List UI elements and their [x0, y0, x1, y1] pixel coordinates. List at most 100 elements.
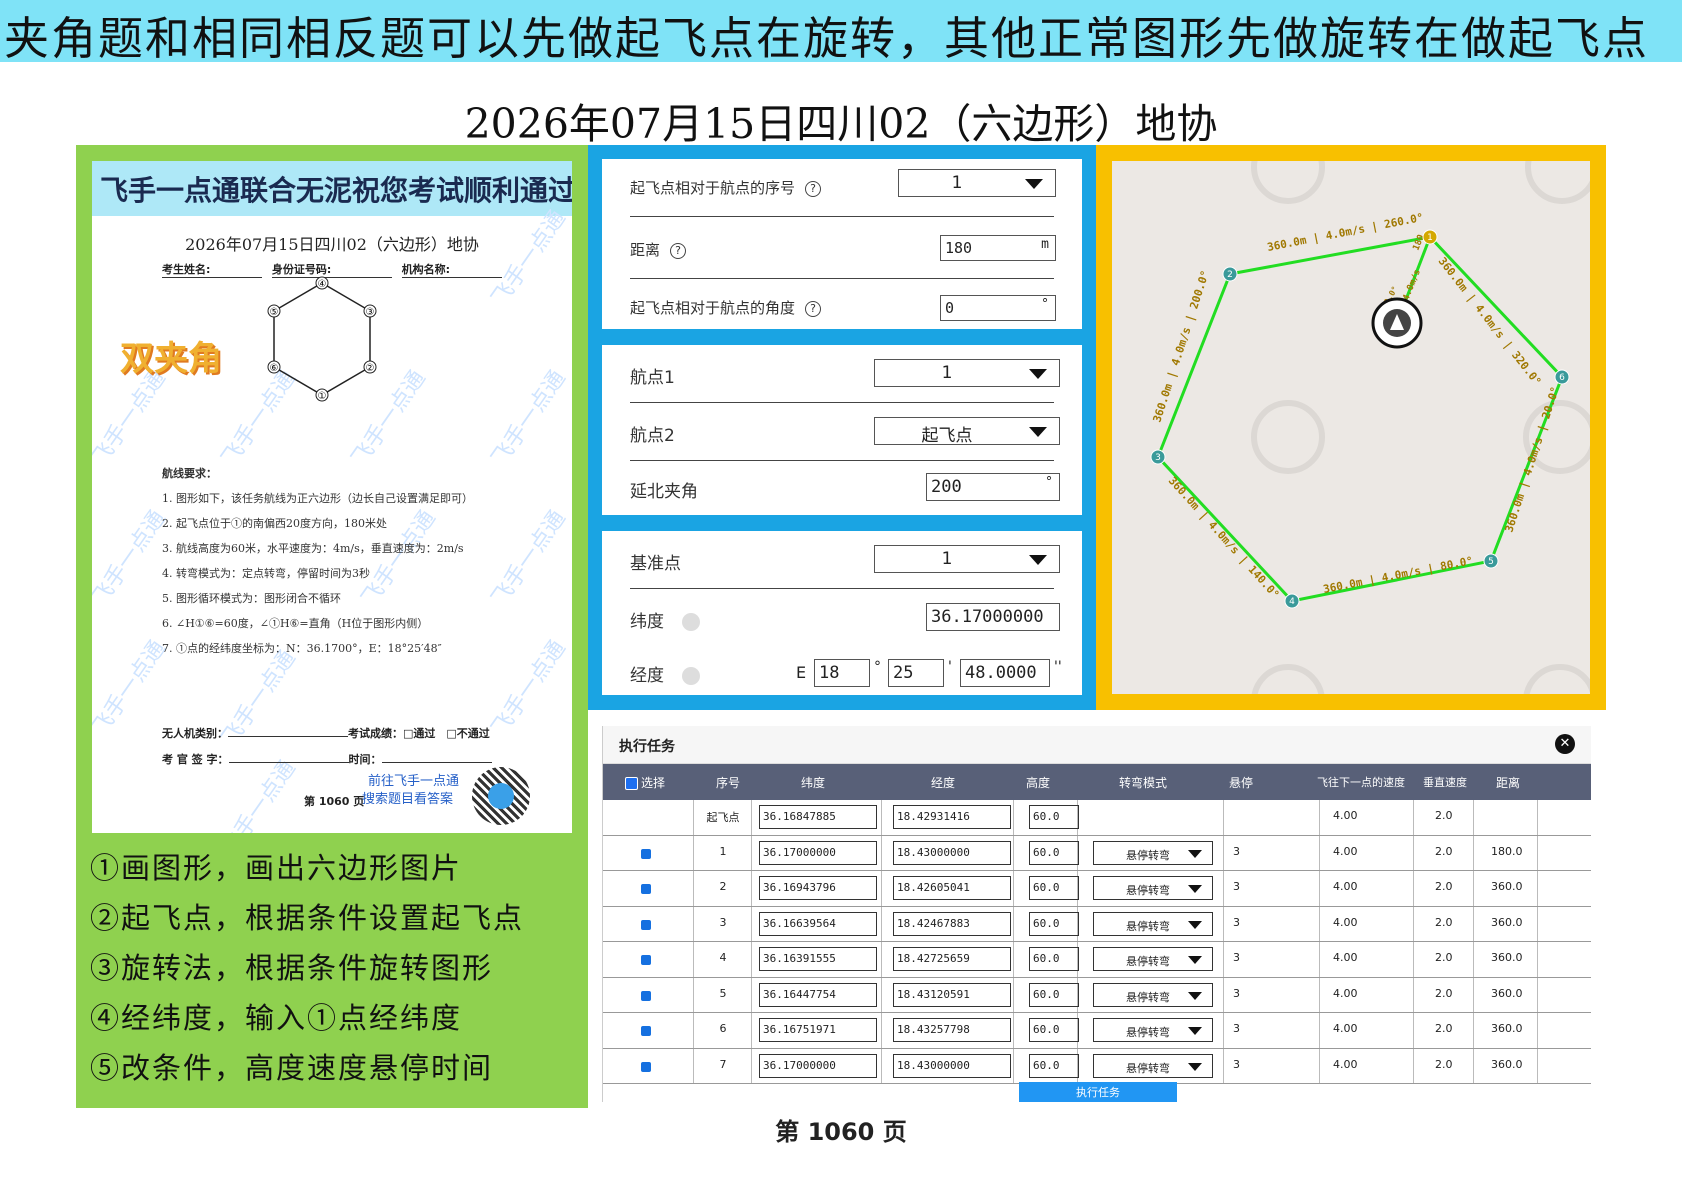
row-checkbox[interactable] — [641, 848, 651, 859]
cell-alt[interactable]: 60.0 — [1029, 911, 1079, 936]
table-row[interactable]: 4 36.16391555 18.42725659 60.0 悬停转弯 3 4.00 2.0 3… — [603, 942, 1591, 978]
cell-lat[interactable]: 36.16391555 — [759, 947, 877, 971]
page-title: 2026年07月15日四川02（六边形）地协 — [464, 100, 1218, 148]
lon-min-input[interactable]: 25 — [888, 659, 944, 687]
table-row[interactable]: 2 36.16943796 18.42605041 60.0 悬停转弯 3 4.00 2.0 3… — [603, 871, 1591, 907]
help-icon[interactable]: ? — [805, 300, 822, 317]
home-label: 4.0m/s — [1402, 268, 1423, 302]
cell-lat[interactable]: 36.16847885 — [759, 805, 877, 829]
turn-mode-select[interactable]: 悬停转弯 — [1093, 982, 1213, 1007]
lat-input[interactable]: 36.17000000 — [926, 603, 1060, 631]
turn-mode-select[interactable]: 悬停转弯 — [1093, 911, 1213, 936]
cell-alt[interactable]: 60.0 — [1029, 876, 1079, 900]
cell-lon[interactable]: 18.42725659 — [893, 947, 1011, 971]
hex-label: ① — [318, 391, 327, 402]
north-angle-input[interactable]: 200 ° — [926, 473, 1060, 501]
cell-alt[interactable]: 60.0 — [1029, 840, 1079, 865]
help-icon[interactable]: ? — [670, 242, 687, 259]
col-lat: 纬度 — [800, 776, 825, 790]
edge-label: 360.0m | 4.0m/s | 20.0° — [1502, 385, 1561, 534]
cell-lon[interactable]: 18.42605041 — [893, 876, 1011, 900]
cell-speed: 4.00 — [1333, 1022, 1358, 1035]
turn-mode-select[interactable]: 悬停转弯 — [1093, 1053, 1213, 1078]
row-checkbox[interactable] — [641, 1061, 651, 1072]
time-label: 时间： — [348, 753, 382, 766]
wp1-label: 航点1 — [630, 368, 675, 388]
cell-hover: 3 — [1233, 951, 1240, 964]
cell-alt[interactable]: 60.0 — [1029, 982, 1079, 1007]
cell-lon[interactable]: 18.43120591 — [893, 982, 1011, 1007]
takeoff-angle-input[interactable]: 0 ° — [940, 295, 1056, 321]
cell-speed: 4.00 — [1333, 880, 1358, 893]
row-checkbox[interactable] — [641, 955, 651, 965]
task-title: 执行任务 — [619, 739, 675, 755]
close-icon[interactable]: ✕ — [1555, 734, 1575, 754]
cell-lon[interactable]: 18.42931416 — [893, 805, 1011, 829]
turn-mode-select[interactable]: 悬停转弯 — [1093, 840, 1213, 865]
base-select[interactable]: 1 — [874, 545, 1060, 573]
uav-type-label: 无人机类别： — [162, 727, 228, 740]
north-angle-label: 延北夹角 — [630, 482, 698, 502]
col-seq: 序号 — [715, 776, 740, 790]
exam-panel: 飞手一点通联合无泥祝您考试顺利通过 飞手一点通 飞手一点通 飞手一点通 飞手一点… — [76, 145, 588, 1108]
goto-line2: 搜索题目看答案 — [362, 792, 454, 807]
row-checkbox[interactable] — [641, 884, 651, 894]
table-row[interactable]: 1 36.17000000 18.43000000 60.0 悬停转弯 3 4.00 2.0 1… — [603, 836, 1591, 871]
paper-header-text: 飞手一点通联合无泥祝您考试顺利通过 — [100, 174, 572, 207]
turn-mode-select[interactable]: 悬停转弯 — [1093, 876, 1213, 900]
cell-lat[interactable]: 36.16447754 — [759, 982, 877, 1007]
wp1-select[interactable]: 1 — [874, 359, 1060, 387]
table-row[interactable]: 7 36.17000000 18.43000000 60.0 悬停转弯 3 4.00 2.0 3… — [603, 1049, 1591, 1084]
distance-row: 距离? 180 m — [630, 221, 1056, 279]
chevron-down-icon — [1188, 920, 1202, 929]
row-checkbox[interactable] — [641, 919, 651, 930]
toggle-icon[interactable] — [682, 667, 700, 685]
col-select[interactable]: 选择 — [625, 774, 665, 791]
chevron-down-icon — [1188, 885, 1202, 893]
table-row[interactable]: 6 36.16751971 18.43257798 60.0 悬停转弯 3 4.00 2.0 3… — [603, 1013, 1591, 1049]
row-checkbox[interactable] — [641, 1026, 651, 1036]
cell-lon[interactable]: 18.43000000 — [893, 840, 1011, 865]
chevron-down-icon — [1029, 555, 1047, 565]
cell-alt[interactable]: 60.0 — [1029, 1053, 1079, 1078]
help-icon[interactable]: ? — [805, 180, 822, 197]
map-panel: 360.0m | 4.0m/s | 260.0° 360.0m | 4.0m/s… — [1096, 145, 1606, 710]
chevron-down-icon — [1188, 1027, 1202, 1035]
step-item: ③旋转法，根据条件旋转图形 — [90, 951, 494, 985]
turn-mode-select[interactable]: 悬停转弯 — [1093, 947, 1213, 971]
score-label: 考试成绩：□通过 □不通过 — [348, 727, 490, 740]
cell-alt[interactable]: 60.0 — [1029, 1018, 1079, 1042]
north-angle-row: 延北夹角 200 ° — [630, 459, 1060, 517]
cell-lon[interactable]: 18.43257798 — [893, 1018, 1011, 1042]
cell-lon[interactable]: 18.42467883 — [893, 911, 1011, 936]
step-item: ②起飞点，根据条件设置起飞点 — [90, 901, 525, 935]
map-view[interactable]: 360.0m | 4.0m/s | 260.0° 360.0m | 4.0m/s… — [1112, 161, 1590, 694]
table-row[interactable]: 起飞点 36.16847885 18.42931416 60.0 4.00 2.… — [603, 800, 1591, 836]
cell-vspeed: 2.0 — [1435, 809, 1453, 822]
lon-deg-input[interactable]: 18 — [814, 659, 870, 687]
cell-lon[interactable]: 18.43000000 — [893, 1053, 1011, 1078]
chevron-down-icon — [1025, 179, 1043, 189]
waypoint-2: 2 — [1227, 270, 1233, 280]
col-alt: 高度 — [1025, 776, 1050, 790]
cell-alt[interactable]: 60.0 — [1029, 805, 1079, 829]
turn-mode-select[interactable]: 悬停转弯 — [1093, 1018, 1213, 1042]
takeoff-seq-select[interactable]: 1 — [898, 169, 1056, 197]
cell-lat[interactable]: 36.16751971 — [759, 1018, 877, 1042]
toggle-icon[interactable] — [682, 613, 700, 631]
cell-lat[interactable]: 36.16943796 — [759, 876, 877, 900]
cell-lat[interactable]: 36.17000000 — [759, 840, 877, 865]
cell-lat[interactable]: 36.17000000 — [759, 1053, 877, 1078]
field-name: 考生姓名: — [162, 261, 262, 278]
wp2-select[interactable]: 起飞点 — [874, 417, 1060, 446]
cell-alt[interactable]: 60.0 — [1029, 947, 1079, 971]
execute-button[interactable]: 执行任务 — [1019, 1082, 1177, 1102]
hex-label: ⑤ — [270, 307, 279, 318]
row-checkbox[interactable] — [641, 990, 651, 1001]
table-row[interactable]: 3 36.16639564 18.42467883 60.0 悬停转弯 3 4.00 2.0 3… — [603, 907, 1591, 942]
cell-lat[interactable]: 36.16639564 — [759, 911, 877, 936]
distance-input[interactable]: 180 m — [940, 235, 1056, 261]
lon-sec-input[interactable]: 48.0000 — [960, 659, 1050, 687]
table-row[interactable]: 5 36.16447754 18.43120591 60.0 悬停转弯 3 4.00 2.0 3… — [603, 978, 1591, 1013]
takeoff-seq-row: 起飞点相对于航点的序号? 1 — [630, 159, 1056, 217]
